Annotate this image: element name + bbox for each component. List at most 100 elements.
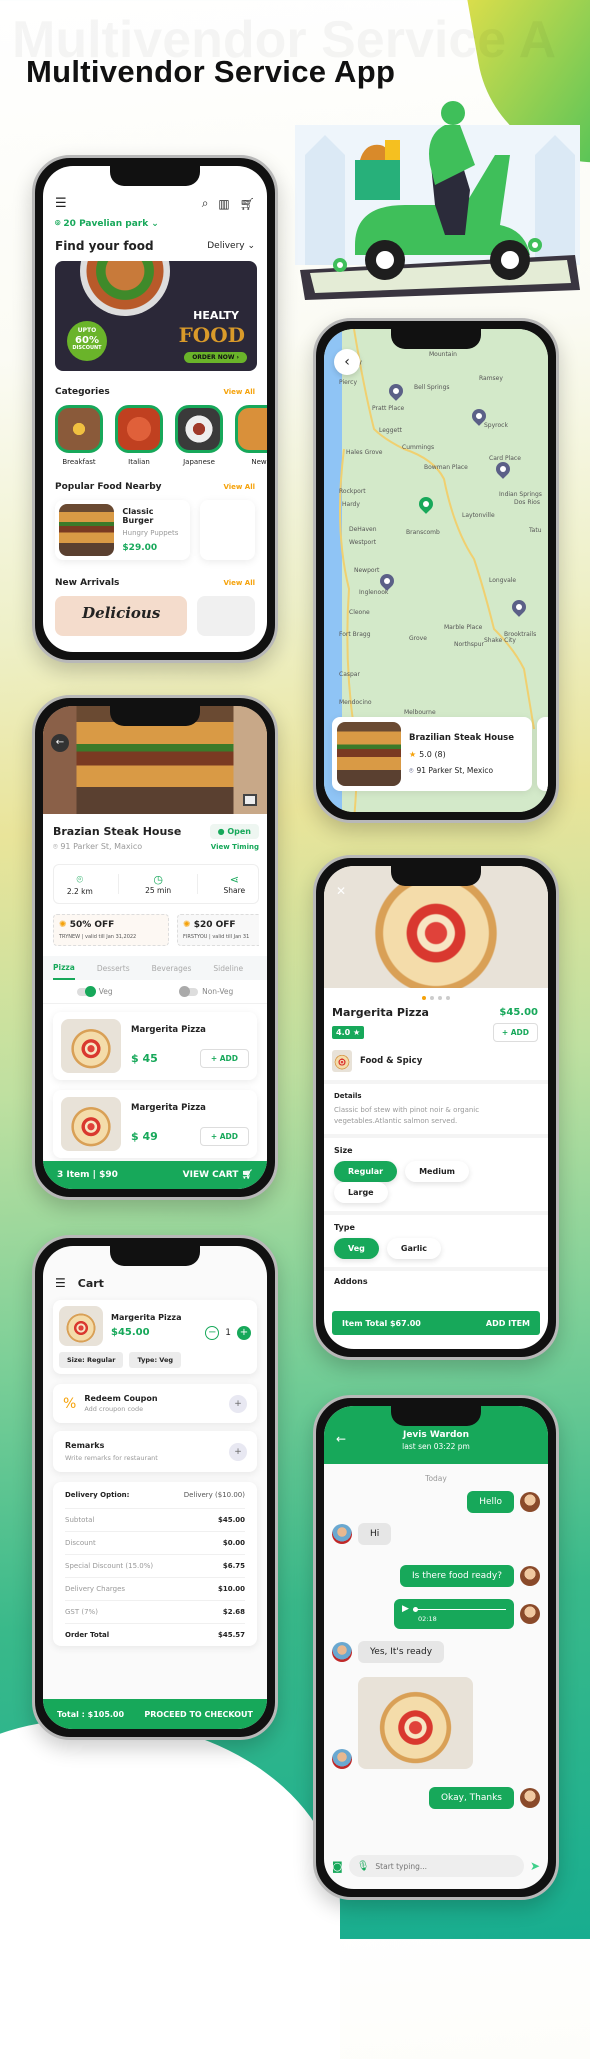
menu-item[interactable]: Margerita Pizza $ 49 + ADD: [53, 1090, 257, 1158]
delivery-mode-dropdown[interactable]: Delivery ⌄: [207, 241, 255, 251]
view-cart-bar[interactable]: 3 Item | $90 VIEW CART 🛒︎: [43, 1161, 267, 1189]
arrival-card[interactable]: Delicious: [55, 596, 188, 636]
checkout-bar[interactable]: Total : $105.00 PROCEED TO CHECKOUT: [43, 1699, 267, 1729]
play-icon[interactable]: ▶: [402, 1604, 409, 1614]
cart-icon[interactable]: 🛒︎: [240, 197, 255, 211]
add-remarks-button[interactable]: +: [229, 1442, 247, 1461]
rating-badge: 4.0 ★: [332, 1026, 365, 1039]
veg-toggle[interactable]: Veg: [76, 985, 113, 997]
pizza-image: [61, 1019, 121, 1073]
location-selector[interactable]: ⌾ 20 Pavelian park ⌄: [55, 219, 255, 229]
menu-icon[interactable]: ☰: [55, 1276, 66, 1290]
tab-sideline[interactable]: Sideline: [213, 964, 243, 973]
popular-view-all-link[interactable]: View All: [223, 483, 255, 491]
message-out: Hello: [332, 1491, 540, 1513]
image-message[interactable]: [332, 1677, 540, 1769]
order-now-button[interactable]: ORDER NOW ›: [184, 352, 247, 363]
category-image: [55, 405, 103, 453]
phone-home: ☰ ⌕ ▥ 🛒︎ ⌾ 20 Pavelian park ⌄ Find your …: [32, 155, 278, 663]
view-timing-link[interactable]: View Timing: [211, 843, 259, 851]
add-item-bar[interactable]: Item Total $67.00 ADD ITEM: [332, 1311, 540, 1335]
menu-tabs: Pizza Desserts Beverages Sideline: [43, 956, 267, 980]
add-button[interactable]: + ADD: [492, 1023, 538, 1042]
non-veg-toggle[interactable]: Non-Veg: [179, 985, 233, 997]
next-card-peek[interactable]: [537, 717, 548, 791]
gallery-icon[interactable]: [243, 794, 257, 806]
share-button[interactable]: ⋖ Share: [224, 873, 246, 895]
location-label: 20 Pavelian park: [63, 219, 149, 229]
camera-icon[interactable]: ◙: [332, 1860, 343, 1873]
proceed-checkout-button[interactable]: PROCEED TO CHECKOUT: [144, 1710, 253, 1719]
pizza-image: [59, 1306, 103, 1346]
order-summary: Delivery Option: Delivery ($10.00) Subtot…: [53, 1482, 257, 1646]
add-coupon-button[interactable]: +: [229, 1394, 247, 1413]
avatar: [520, 1604, 540, 1624]
coupon-card[interactable]: ✺ 50% OFF TRYNEW | valid till Jan 31,202…: [53, 914, 169, 946]
remarks-row[interactable]: Remarks Write remarks for restaurant +: [53, 1431, 257, 1472]
back-button[interactable]: ←: [51, 734, 69, 752]
category-image: [235, 405, 267, 453]
increase-qty-button[interactable]: +: [237, 1325, 251, 1340]
redeem-coupon-row[interactable]: % Redeem Coupon Add croupon code +: [53, 1384, 257, 1423]
avatar: [520, 1492, 540, 1512]
promo-banner[interactable]: HEALTY FOOD UPTO 60% DISCOUNT ORDER NOW ›: [55, 261, 257, 371]
back-arrow-icon[interactable]: ←: [336, 1432, 346, 1446]
time-stat: ◷ 25 min: [145, 873, 172, 895]
tab-desserts[interactable]: Desserts: [97, 964, 130, 973]
back-button[interactable]: ‹: [334, 349, 360, 375]
phone-chat: ← Jevis Wardon last sen 03:22 pm Today H…: [313, 1395, 559, 1900]
category-item[interactable]: New: [235, 405, 267, 466]
add-button[interactable]: + ADD: [199, 1048, 249, 1068]
day-divider: Today: [425, 1474, 447, 1483]
contact-name: Jevis Wardon: [402, 1430, 470, 1440]
message-in: Yes, It's ready: [332, 1641, 540, 1663]
type-option-garlic[interactable]: Garlic: [386, 1238, 442, 1259]
popular-food-card[interactable]: Classic Burger Hungry Puppets $29.00: [55, 500, 191, 560]
cart-icon: 🛒︎: [241, 1170, 253, 1180]
send-icon[interactable]: ➤: [530, 1859, 540, 1873]
close-icon[interactable]: ✕: [336, 884, 346, 898]
size-option-regular[interactable]: Regular: [334, 1161, 398, 1182]
arrivals-view-all-link[interactable]: View All: [223, 579, 255, 587]
notch: [110, 1246, 200, 1266]
categories-view-all-link[interactable]: View All: [223, 388, 255, 396]
salad-image: [80, 261, 170, 316]
categories-title: Categories: [55, 387, 110, 397]
popular-food-card[interactable]: [200, 500, 255, 560]
size-tag: Size: Regular: [59, 1352, 124, 1368]
category-item[interactable]: Italian: [115, 405, 163, 466]
type-option-veg[interactable]: Veg: [334, 1238, 379, 1259]
size-option-medium[interactable]: Medium: [405, 1161, 469, 1182]
decrease-qty-button[interactable]: −: [205, 1325, 220, 1340]
restaurant-name: Brazian Steak House: [53, 825, 182, 838]
tab-beverages[interactable]: Beverages: [152, 964, 192, 973]
coupon-icon: %: [63, 1395, 77, 1412]
notch: [391, 1406, 481, 1426]
message-input[interactable]: [375, 1861, 516, 1871]
add-button[interactable]: + ADD: [199, 1126, 249, 1146]
avatar: [332, 1642, 352, 1662]
avatar: [332, 1749, 352, 1769]
arrival-card[interactable]: [197, 596, 255, 636]
avatar: [520, 1788, 540, 1808]
category-item[interactable]: Breakfast: [55, 405, 103, 466]
product-description: Classic bof stew with pinot noir & organ…: [334, 1106, 480, 1125]
last-seen: last sen 03:22 pm: [402, 1442, 470, 1451]
menu-icon[interactable]: ☰: [55, 196, 67, 211]
category-item[interactable]: Japanese: [175, 405, 223, 466]
microphone-icon[interactable]: 🎙︎: [357, 1861, 370, 1872]
search-icon[interactable]: ⌕: [202, 196, 209, 211]
restaurant-map-card[interactable]: Brazilian Steak House ★ 5.0 (8) ⌾ 91 Parke…: [332, 717, 532, 791]
notch: [110, 706, 200, 726]
map-icon[interactable]: ▥: [218, 197, 229, 211]
arrivals-title: New Arrivals: [55, 578, 120, 588]
restaurant-address: ⌾ 91 Parker St, Maxico: [53, 842, 143, 851]
tab-pizza[interactable]: Pizza: [53, 957, 75, 980]
message-out: Is there food ready?: [332, 1565, 540, 1587]
category-thumbnail: [332, 1050, 352, 1072]
type-tag: Type: Veg: [129, 1352, 182, 1368]
size-option-large[interactable]: Large: [334, 1182, 388, 1203]
voice-message[interactable]: ▶ 02:18: [332, 1599, 540, 1629]
coupon-card[interactable]: ✺ $20 OFF FIRSTYOU | valid till Jan 31: [177, 914, 259, 946]
menu-item[interactable]: Margerita Pizza $ 45 + ADD: [53, 1012, 257, 1080]
